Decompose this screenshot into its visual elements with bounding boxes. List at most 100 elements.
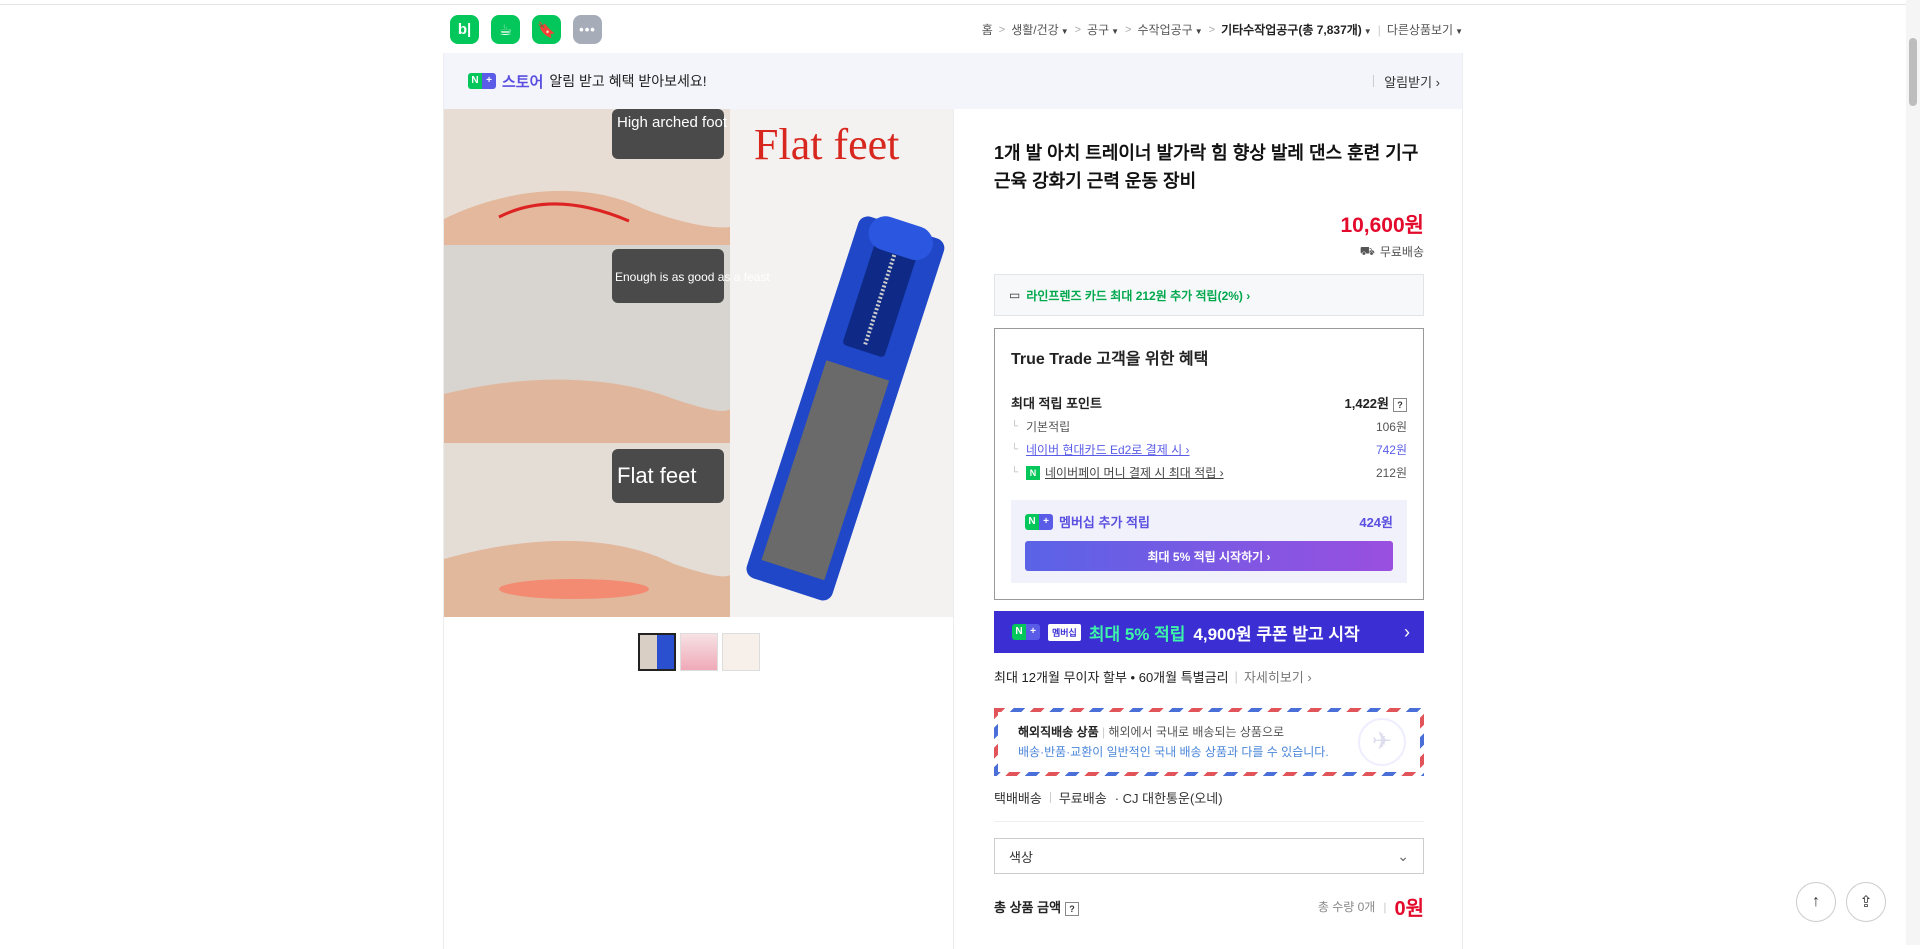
total-label: 총 상품 금액 <box>994 900 1062 915</box>
product-photo-illustration: High arched foot Enough is as good as a … <box>444 109 953 617</box>
shipping-label: 무료배송 <box>1379 245 1424 259</box>
installment-info: 최대 12개월 무이자 할부 • 60개월 특별금리 | 자세히보기 › <box>994 667 1424 686</box>
arrow-up-icon: ↑ <box>1812 893 1820 910</box>
chevron-right-icon: > <box>1074 23 1082 36</box>
points-label-basic: 기본적립 <box>1026 420 1071 434</box>
overseas-title: 해외직배송 상품 <box>1018 725 1099 739</box>
blog-app-icon[interactable]: b| <box>450 15 479 44</box>
color-option-select[interactable]: 색상 ⌄ <box>994 838 1424 874</box>
coupon-text-green: 최대 5% 적립 <box>1088 624 1186 644</box>
banner-message: 알림 받고 혜택 받아보세요! <box>549 73 707 89</box>
chevron-right-icon: > <box>1208 23 1216 36</box>
store-notice-banner: N + 스토어 알림 받고 혜택 받아보세요! 알림받기 › <box>443 53 1463 109</box>
coupon-text-white: 4,900원 쿠폰 받고 시작 <box>1193 624 1360 644</box>
app-shortcuts: b| ☕ 🔖 ••• <box>443 15 602 44</box>
membership-coupon-banner[interactable]: N + 멤버십 최대 5% 적립 4,900원 쿠폰 받고 시작 › <box>994 611 1424 653</box>
page-container: b| ☕ 🔖 ••• 홈 > 생활/건강 ▼ > 공구 ▼ > 수작업공구 ▼ > 기… <box>443 6 1463 949</box>
more-apps-icon[interactable]: ••• <box>573 15 602 44</box>
chevron-down-icon: ⌄ <box>1397 847 1409 864</box>
points-row-npay: └ N 네이버페이 머니 결제 시 최대 적립 › 212원 <box>1011 461 1407 484</box>
divider <box>1373 75 1375 87</box>
image-big-label: Flat feet <box>754 120 899 169</box>
benefit-box: True Trade 고객을 위한 혜택 최대 적립 포인트 1,422원? └… <box>994 328 1424 600</box>
total-quantity: 총 수량 0개 <box>1317 900 1376 914</box>
thumbnail-2[interactable] <box>679 633 718 671</box>
points-value-npay: 212원 <box>1375 466 1407 480</box>
points-label-card[interactable]: 네이버 현대카드 Ed2로 결제 시 › <box>1026 441 1189 458</box>
cafe-app-icon[interactable]: ☕ <box>491 15 520 44</box>
delivery-info: 택배배송 무료배송 · CJ 대한통운(오네) <box>994 788 1424 822</box>
caret-down-icon: ▼ <box>1060 27 1069 36</box>
thumbnail-1[interactable] <box>637 633 676 671</box>
breadcrumb-category-1[interactable]: 생활/건강 ▼ <box>1011 21 1068 38</box>
points-row-basic: └ 기본적립 106원 <box>1011 415 1407 438</box>
help-icon[interactable]: ? <box>1393 397 1407 412</box>
divider: | <box>1377 22 1381 37</box>
caret-down-icon: ▼ <box>1455 27 1463 36</box>
divider: | <box>1383 899 1387 914</box>
card-offer-text: 라인프렌즈 카드 최대 212원 추가 적립(2%) › <box>1026 288 1251 303</box>
overseas-shipping-notice: 해외직배송 상품 | 해외에서 국내로 배송되는 상품으로 배송·반품·교환이 … <box>994 708 1424 776</box>
chevron-right-icon: > <box>1125 23 1132 36</box>
chevron-right-icon: › <box>1404 621 1410 642</box>
caret-down-icon: ▼ <box>1111 27 1120 36</box>
naver-plus-icon: N + <box>1025 513 1053 530</box>
page-scrollbar[interactable] <box>1906 0 1920 945</box>
help-icon[interactable]: ? <box>1065 902 1080 916</box>
image-label-enough: Enough is as good as a feast <box>615 270 770 284</box>
total-price-row: 총 상품 금액? 총 수량 0개 | 0원 <box>994 892 1424 921</box>
total-amount: 0원 <box>1394 898 1424 920</box>
points-row-card: └ 네이버 현대카드 Ed2로 결제 시 › 742원 <box>1011 438 1407 461</box>
share-button[interactable]: ⇪ <box>1846 882 1886 922</box>
select-placeholder: 색상 <box>1009 849 1033 865</box>
divider: | <box>1234 669 1238 684</box>
thumbnail-list <box>444 633 953 671</box>
breadcrumb-current[interactable]: 기타수작업공구(총 7,837개) ▼ <box>1221 21 1372 38</box>
sub-line-icon: └ <box>1011 467 1019 478</box>
image-label-flat: Flat feet <box>617 463 696 488</box>
notify-button[interactable]: 알림받기 › <box>1384 72 1440 91</box>
image-label-high-arched: High arched foot <box>617 114 728 131</box>
product-image[interactable]: High arched foot Enough is as good as a … <box>444 109 953 617</box>
breadcrumb-category-3[interactable]: 수작업공구 ▼ <box>1138 21 1203 38</box>
membership-value: 424원 <box>1359 515 1393 530</box>
points-label-npay[interactable]: 네이버페이 머니 결제 시 최대 적립 › <box>1045 464 1224 481</box>
truck-icon: ⛟ <box>1359 243 1375 258</box>
max-points-value: 1,422원 <box>1344 395 1390 411</box>
installment-more-link[interactable]: 자세히보기 › <box>1244 667 1312 686</box>
bookmark-app-icon[interactable]: 🔖 <box>532 15 561 44</box>
share-icon: ⇪ <box>1859 894 1873 911</box>
benefit-heading: True Trade 고객을 위한 혜택 <box>1011 351 1209 368</box>
chevron-right-icon: > <box>998 23 1006 36</box>
sub-line-icon: └ <box>1011 444 1019 455</box>
membership-tag: 멤버십 <box>1048 623 1081 641</box>
max-points-row: 최대 적립 포인트 1,422원? <box>1011 389 1407 415</box>
points-value-card: 742원 <box>1375 443 1407 457</box>
product-main: High arched foot Enough is as good as a … <box>443 109 1463 949</box>
caret-down-icon: ▼ <box>1363 27 1372 36</box>
breadcrumb-category-2[interactable]: 공구 ▼ <box>1087 21 1119 38</box>
delivery-fee: 무료배송 <box>1058 791 1107 806</box>
delivery-type: 택배배송 <box>994 791 1042 806</box>
naver-plus-icon: N + <box>1012 624 1040 640</box>
airplane-stamp-icon: ✈ <box>1358 718 1406 766</box>
thumbnail-3[interactable] <box>721 633 760 671</box>
product-price: 10,600원 <box>1340 214 1424 237</box>
sub-line-icon: └ <box>1011 421 1019 432</box>
overseas-desc: 해외에서 국내로 배송되는 상품으로 <box>1108 725 1285 739</box>
membership-label: 멤버십 추가 적립 <box>1059 515 1150 530</box>
breadcrumb-home[interactable]: 홈 <box>982 21 993 38</box>
product-title: 1개 발 아치 트레이너 발가락 힘 향상 발레 댄스 훈련 기구 근육 강화기… <box>994 143 1419 191</box>
scroll-top-button[interactable]: ↑ <box>1796 882 1836 922</box>
installment-text: 최대 12개월 무이자 할부 • 60개월 특별금리 <box>994 670 1229 685</box>
overseas-note: 배송·반품·교환이 일반적인 국내 배송 상품과 다를 수 있습니다. <box>1018 745 1329 759</box>
shipping-info: ⛟ 무료배송 <box>994 243 1424 260</box>
card-offer[interactable]: ▭ 라인프렌즈 카드 최대 212원 추가 적립(2%) › <box>994 274 1424 316</box>
other-products-button[interactable]: 다른상품보기 ▼ <box>1387 21 1463 38</box>
membership-start-button[interactable]: 최대 5% 적립 시작하기 › <box>1025 541 1393 571</box>
top-header: b| ☕ 🔖 ••• 홈 > 생활/건강 ▼ > 공구 ▼ > 수작업공구 ▼ > 기… <box>443 6 1463 53</box>
product-info: 1개 발 아치 트레이너 발가락 힘 향상 발레 댄스 훈련 기구 근육 강화기… <box>954 109 1464 949</box>
store-label: 스토어 <box>502 73 544 91</box>
scrollbar-thumb[interactable] <box>1909 38 1917 106</box>
points-value-basic: 106원 <box>1375 420 1407 434</box>
